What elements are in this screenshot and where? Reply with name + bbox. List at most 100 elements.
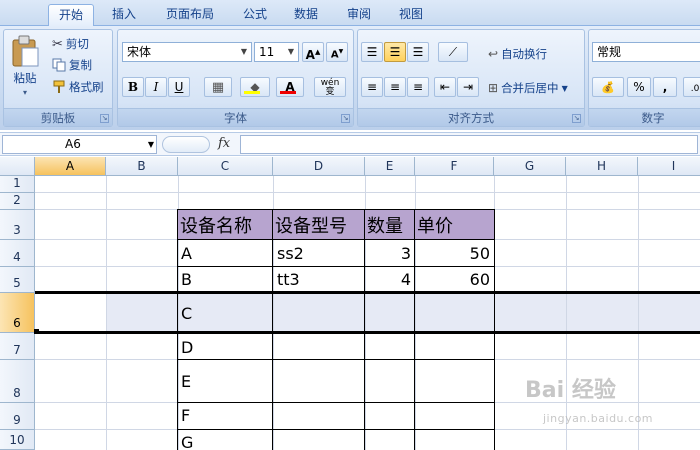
table-cell-name[interactable]: A xyxy=(181,246,192,262)
tab-insert[interactable]: 插入 xyxy=(103,4,145,26)
ribbon-tab-bar: 开始 插入 页面布局 公式 数据 审阅 视图 xyxy=(0,0,700,26)
paste-dropdown-icon[interactable]: ▾ xyxy=(23,88,27,97)
underline-button[interactable]: U xyxy=(168,77,190,97)
align-right-icon: ≡ xyxy=(412,80,424,94)
tab-review[interactable]: 审阅 xyxy=(338,4,380,26)
table-header-model[interactable]: 设备型号 xyxy=(273,210,365,239)
table-cell-model[interactable]: ss2 xyxy=(277,246,304,262)
table-header-qty[interactable]: 数量 xyxy=(365,210,415,239)
number-format-combo[interactable]: 常规 xyxy=(592,42,700,62)
table-cell-qty[interactable]: 4 xyxy=(366,272,411,288)
decrease-indent-button[interactable]: ⇤ xyxy=(434,77,456,97)
format-painter-button[interactable]: 格式刷 xyxy=(52,79,104,95)
orientation-button[interactable]: ⟋ xyxy=(438,42,468,62)
column-header-c[interactable]: C xyxy=(178,157,273,176)
worksheet-grid[interactable]: A B C D E F G H I 1 2 3 4 5 6 7 8 9 10 设… xyxy=(0,157,700,450)
row-header-1[interactable]: 1 xyxy=(0,176,35,193)
table-cell-model[interactable]: tt3 xyxy=(277,272,300,288)
paste-button[interactable]: 粘贴 ▾ xyxy=(10,34,40,97)
table-header-price[interactable]: 单价 xyxy=(415,210,494,239)
tab-home[interactable]: 开始 xyxy=(48,4,94,26)
column-header-g[interactable]: G xyxy=(494,157,566,176)
merge-center-label: 合并后居中 xyxy=(501,81,559,95)
font-size-combo[interactable]: 11 ▼ xyxy=(254,42,299,62)
row-header-6[interactable]: 6 xyxy=(0,293,35,333)
table-cell-name[interactable]: B xyxy=(181,272,192,288)
column-header-i[interactable]: I xyxy=(638,157,700,176)
bold-button[interactable]: B xyxy=(122,77,144,97)
increase-indent-button[interactable]: ⇥ xyxy=(457,77,479,97)
table-header-name[interactable]: 设备名称 xyxy=(178,210,273,239)
percent-button[interactable]: % xyxy=(627,77,651,97)
alignment-launcher-icon[interactable]: ↘ xyxy=(572,114,581,123)
table-cell-price[interactable]: 50 xyxy=(416,246,490,262)
column-header-d[interactable]: D xyxy=(273,157,365,176)
column-header-f[interactable]: F xyxy=(415,157,494,176)
column-header-h[interactable]: H xyxy=(566,157,638,176)
align-right-button[interactable]: ≡ xyxy=(407,77,429,97)
table-cell-qty[interactable]: 3 xyxy=(366,246,411,262)
align-left-button[interactable]: ≡ xyxy=(361,77,383,97)
clipboard-launcher-icon[interactable]: ↘ xyxy=(100,114,109,123)
row-header-5[interactable]: 5 xyxy=(0,267,35,293)
row-header-3[interactable]: 3 xyxy=(0,210,35,240)
increase-indent-icon: ⇥ xyxy=(462,80,474,94)
merge-dropdown-icon[interactable]: ▼ xyxy=(562,84,568,93)
table-cell-price[interactable]: 60 xyxy=(416,272,490,288)
row-header-10[interactable]: 10 xyxy=(0,430,35,450)
row-header-8[interactable]: 8 xyxy=(0,360,35,403)
tab-formulas[interactable]: 公式 xyxy=(234,4,276,26)
grow-font-icon: ▲ xyxy=(314,48,321,56)
table-cell-name[interactable]: D xyxy=(181,340,193,356)
font-color-button[interactable]: A xyxy=(276,77,304,97)
comma-button[interactable]: , xyxy=(653,77,677,97)
row-header-9[interactable]: 9 xyxy=(0,403,35,430)
cut-button[interactable]: ✂ 剪切 xyxy=(52,36,89,52)
formula-input[interactable] xyxy=(240,135,698,154)
borders-button[interactable]: ▦ xyxy=(204,77,232,97)
fill-color-button[interactable]: ◆ xyxy=(240,77,270,97)
increase-decimal-button[interactable]: .0 xyxy=(683,77,700,97)
copy-button[interactable]: 复制 xyxy=(52,57,92,73)
align-bottom-button[interactable]: ☰ xyxy=(407,42,429,62)
font-name-combo[interactable]: 宋体 ▼ xyxy=(122,42,252,62)
insert-function-button[interactable]: fx xyxy=(218,136,230,151)
tab-data[interactable]: 数据 xyxy=(285,4,327,26)
align-top-icon: ☰ xyxy=(366,45,378,59)
accounting-format-button[interactable]: 💰 xyxy=(592,77,624,97)
table-cell-name[interactable]: G xyxy=(181,435,193,450)
italic-button[interactable]: I xyxy=(145,77,167,97)
row-header-7[interactable]: 7 xyxy=(0,333,35,360)
number-group-label: 数字 xyxy=(589,108,700,126)
font-name-dropdown-icon[interactable]: ▼ xyxy=(237,43,251,61)
font-size-value: 11 xyxy=(259,45,275,59)
phonetic-button[interactable]: wén 变 xyxy=(314,77,346,97)
font-size-dropdown-icon[interactable]: ▼ xyxy=(284,43,298,61)
table-cell-name[interactable]: E xyxy=(181,374,191,390)
row-header-4[interactable]: 4 xyxy=(0,240,35,267)
tab-view[interactable]: 视图 xyxy=(390,4,432,26)
align-middle-icon: ☰ xyxy=(389,45,401,59)
active-cell-a6[interactable] xyxy=(35,294,106,331)
column-header-a[interactable]: A xyxy=(35,157,106,176)
align-center-button[interactable]: ≡ xyxy=(384,77,406,97)
paste-label: 粘贴 xyxy=(13,71,37,85)
font-launcher-icon[interactable]: ↘ xyxy=(341,114,350,123)
table-cell-name[interactable]: C xyxy=(181,306,192,322)
table-cell-name[interactable]: F xyxy=(181,408,190,424)
align-top-button[interactable]: ☰ xyxy=(361,42,383,62)
tab-page-layout[interactable]: 页面布局 xyxy=(156,4,224,26)
grow-font-button[interactable]: A▲ xyxy=(302,42,324,62)
name-box[interactable]: A6 ▼ xyxy=(2,135,157,154)
align-middle-button[interactable]: ☰ xyxy=(384,42,406,62)
name-box-dropdown-icon[interactable]: ▼ xyxy=(148,136,154,153)
merge-center-button[interactable]: ⊞ 合并后居中 ▼ xyxy=(488,80,568,96)
shrink-font-button[interactable]: A▼ xyxy=(326,42,348,62)
column-header-e[interactable]: E xyxy=(365,157,415,176)
row-header-2[interactable]: 2 xyxy=(0,193,35,210)
cut-label: 剪切 xyxy=(65,37,89,51)
select-all-corner[interactable] xyxy=(0,157,35,176)
column-header-b[interactable]: B xyxy=(106,157,178,176)
fill-handle[interactable] xyxy=(34,329,39,334)
wrap-text-button[interactable]: ↩ 自动换行 xyxy=(488,46,547,62)
